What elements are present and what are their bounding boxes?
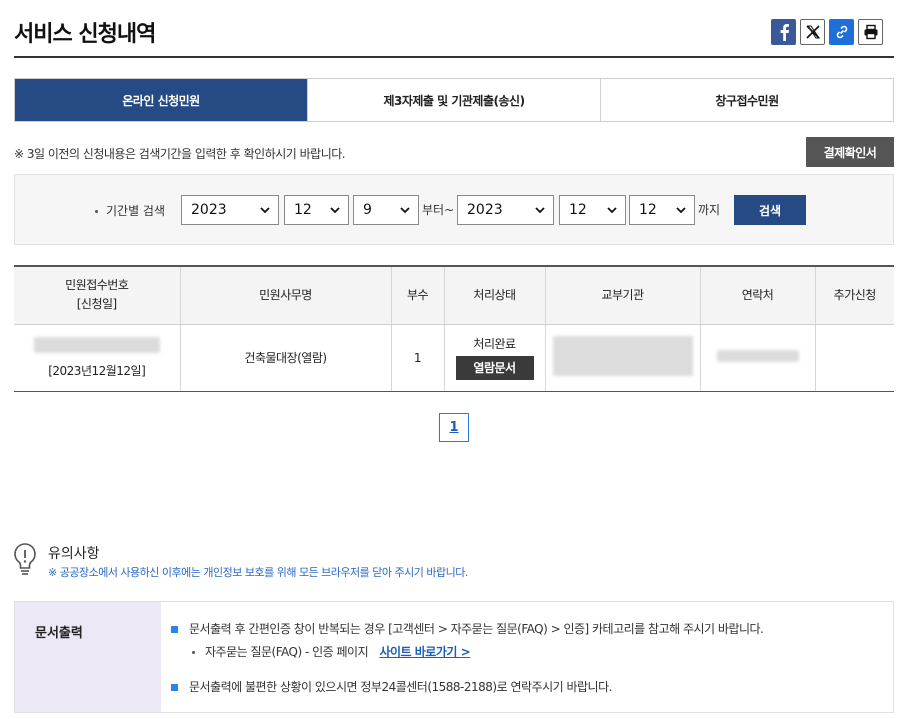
caution-description: ※ 공공장소에서 사용하신 이후에는 개인정보 보호를 위해 모든 브라우저를 … xyxy=(48,566,468,579)
link-icon[interactable] xyxy=(829,19,854,45)
chevron-down-icon xyxy=(676,207,686,214)
square-bullet-icon xyxy=(171,626,178,633)
header-receipt-number-label: 민원접수번호 xyxy=(65,278,129,293)
from-month-value: 12 xyxy=(294,202,312,218)
site-shortcut-link[interactable]: 사이트 바로가기 > xyxy=(379,645,470,659)
chevron-down-icon xyxy=(400,207,410,214)
from-month-select[interactable]: 12 xyxy=(284,195,349,225)
chevron-down-icon xyxy=(607,207,617,214)
header-copies: 부수 xyxy=(391,265,445,325)
header-contact: 연락처 xyxy=(700,265,816,325)
to-year-select[interactable]: 2023 xyxy=(457,195,554,225)
to-month-value: 12 xyxy=(569,202,587,218)
caution-title: 유의사항 xyxy=(48,546,100,562)
from-year-value: 2023 xyxy=(191,202,227,218)
chevron-down-icon xyxy=(535,207,545,214)
request-table: 민원접수번호 [신청일] 민원사무명 부수 처리상태 교부기관 연락처 추가신청… xyxy=(14,265,894,392)
page-title: 서비스 신청내역 xyxy=(14,22,156,47)
search-button[interactable]: 검색 xyxy=(734,195,806,225)
info-item-auth: 문서출력 후 간편인증 창이 반복되는 경우 [고객센터 > 자주묻는 질문(F… xyxy=(171,621,893,637)
x-icon[interactable] xyxy=(800,19,825,45)
redacted-agency xyxy=(552,336,693,376)
view-document-button[interactable]: 열람문서 xyxy=(455,356,534,380)
title-divider xyxy=(14,56,894,58)
request-date: [2023년12월12일] xyxy=(48,363,146,378)
lightbulb-icon xyxy=(14,543,36,575)
search-period-notice: ※ 3일 이전의 신청내용은 검색기간을 입력한 후 확인하시기 바랍니다. xyxy=(14,147,346,161)
cell-status: 처리완료 열람문서 xyxy=(444,324,546,392)
from-suffix: 부터~ xyxy=(422,203,455,217)
search-label-text: 기간별 검색 xyxy=(106,204,166,218)
header-additional-request: 추가신청 xyxy=(815,265,894,325)
tab-third-party-submission[interactable]: 제3자제출 및 기관제출(송신) xyxy=(308,79,601,121)
status-text: 처리완료 xyxy=(473,337,516,351)
header-request-date-label: [신청일] xyxy=(76,297,117,312)
from-year-select[interactable]: 2023 xyxy=(181,195,279,225)
search-panel: 기간별 검색 2023 12 9 부터~ 2023 12 12 까지 검색 xyxy=(14,174,894,245)
cell-additional-request xyxy=(815,324,894,392)
from-day-value: 9 xyxy=(363,202,372,218)
print-icon[interactable] xyxy=(858,19,883,45)
to-day-value: 12 xyxy=(639,202,657,218)
to-suffix: 까지 xyxy=(698,203,721,217)
cell-issuing-agency xyxy=(545,324,701,392)
info-item-callcenter-text: 문서출력에 불편한 상황이 있으시면 정부24콜센터(1588-2188)로 연… xyxy=(189,680,612,694)
search-label: 기간별 검색 xyxy=(95,202,165,219)
info-body: 문서출력 후 간편인증 창이 반복되는 경우 [고객센터 > 자주묻는 질문(F… xyxy=(161,602,893,712)
info-subitem-faq: 자주묻는 질문(FAQ) - 인증 페이지 사이트 바로가기 > xyxy=(171,644,893,660)
table-header-row: 민원접수번호 [신청일] 민원사무명 부수 처리상태 교부기관 연락처 추가신청 xyxy=(14,265,894,325)
document-print-info: 문서출력 문서출력 후 간편인증 창이 반복되는 경우 [고객센터 > 자주묻는… xyxy=(14,601,894,713)
cell-receipt-number: [2023년12월12일] xyxy=(14,324,181,392)
bullet-icon xyxy=(192,651,195,654)
facebook-icon[interactable] xyxy=(771,19,796,45)
info-subitem-faq-text: 자주묻는 질문(FAQ) - 인증 페이지 xyxy=(205,645,369,659)
tab-online-requests[interactable]: 온라인 신청민원 xyxy=(15,79,308,121)
tab-bar: 온라인 신청민원 제3자제출 및 기관제출(송신) 창구접수민원 xyxy=(14,78,894,122)
square-bullet-icon xyxy=(171,684,178,691)
cell-copies: 1 xyxy=(391,324,445,392)
service-history-page: 서비스 신청내역 온라인 신청민원 제3자제출 및 기관제출(송신) 창구접수민… xyxy=(0,0,919,719)
info-heading: 문서출력 xyxy=(15,602,161,712)
share-toolbar xyxy=(771,19,883,45)
payment-receipt-button[interactable]: 결제확인서 xyxy=(806,137,894,167)
to-day-select[interactable]: 12 xyxy=(629,195,695,225)
tab-counter-requests[interactable]: 창구접수민원 xyxy=(601,79,893,121)
redacted-contact xyxy=(716,350,799,362)
chevron-down-icon xyxy=(260,207,270,214)
info-item-auth-text: 문서출력 후 간편인증 창이 반복되는 경우 [고객센터 > 자주묻는 질문(F… xyxy=(189,622,764,636)
to-year-value: 2023 xyxy=(467,202,503,218)
header-issuing-agency: 교부기관 xyxy=(545,265,701,325)
from-day-select[interactable]: 9 xyxy=(353,195,419,225)
chevron-down-icon xyxy=(330,207,340,214)
table-row: [2023년12월12일] 건축물대장(열람) 1 처리완료 열람문서 xyxy=(14,324,894,392)
info-item-callcenter: 문서출력에 불편한 상황이 있으시면 정부24콜센터(1588-2188)로 연… xyxy=(171,679,893,695)
cell-service-name: 건축물대장(열람) xyxy=(180,324,392,392)
cell-contact xyxy=(700,324,816,392)
redacted-receipt-number xyxy=(33,336,160,353)
pagination-page-1[interactable]: 1 xyxy=(439,413,469,442)
header-status: 처리상태 xyxy=(444,265,546,325)
header-service-name: 민원사무명 xyxy=(180,265,392,325)
bullet-icon xyxy=(95,210,98,213)
header-receipt-number: 민원접수번호 [신청일] xyxy=(14,265,181,325)
to-month-select[interactable]: 12 xyxy=(559,195,626,225)
